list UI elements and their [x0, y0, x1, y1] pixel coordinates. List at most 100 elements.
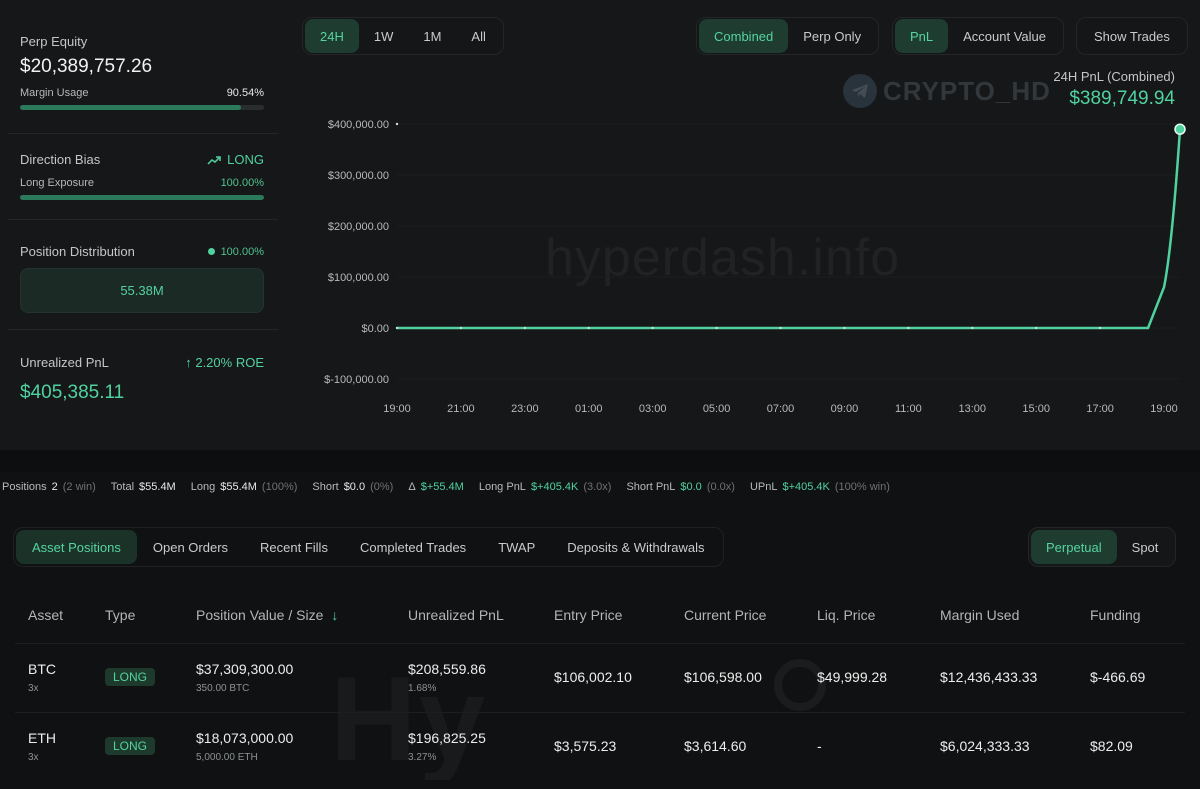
- summary-short-pnl-value: $0.0: [680, 481, 702, 493]
- unrealized-pnl-section: Unrealized PnL ↑ 2.20% ROE $405,385.11: [20, 355, 264, 404]
- metric-pnl[interactable]: PnL: [895, 19, 949, 53]
- mode-combined[interactable]: Combined: [699, 19, 789, 53]
- col-entry-price[interactable]: Entry Price: [554, 607, 622, 623]
- tab-deposits-withdrawals[interactable]: Deposits & Withdrawals: [551, 530, 720, 564]
- data-point: [587, 326, 590, 330]
- axis-dot: [395, 122, 399, 126]
- position-distribution-section: Position Distribution 100.00% 55.38M: [20, 244, 264, 313]
- col-margin-used[interactable]: Margin Used: [940, 607, 1019, 623]
- col-funding[interactable]: Funding: [1090, 607, 1141, 623]
- metric-account-value[interactable]: Account Value: [948, 19, 1061, 53]
- divider: [8, 133, 278, 134]
- timeframe-1m[interactable]: 1M: [408, 19, 456, 53]
- col-position-value-label: Position Value / Size: [196, 607, 324, 623]
- x-tick-label: 13:00: [958, 403, 986, 415]
- market-spot[interactable]: Spot: [1117, 530, 1174, 564]
- data-point: [523, 326, 527, 330]
- position-distribution-value: 55.38M: [120, 283, 164, 298]
- summary-long-pct: (100%): [261, 481, 298, 493]
- tab-twap[interactable]: TWAP: [482, 530, 551, 564]
- mode-perp-only[interactable]: Perp Only: [788, 19, 876, 53]
- separator-band: [0, 450, 1200, 472]
- position-distribution-pct: 100.00%: [220, 245, 264, 258]
- data-point: [779, 326, 782, 330]
- col-position-value[interactable]: Position Value / Size ↓: [196, 607, 338, 623]
- arrow-up-icon: ↑: [185, 355, 196, 370]
- data-point: [715, 326, 718, 330]
- current-price: $106,598.00: [684, 669, 762, 685]
- funding: $-466.69: [1090, 669, 1146, 685]
- pnl-chart[interactable]: $400,000.00 $300,000.00 $200,000.00 $100,00…: [300, 100, 1195, 430]
- col-unrealized-pnl[interactable]: Unrealized PnL: [408, 607, 504, 623]
- summary-delta-label: Δ: [408, 481, 416, 493]
- margin-usage-fill: [20, 105, 241, 110]
- long-exposure-label: Long Exposure: [20, 177, 94, 189]
- margin-usage-label: Margin Usage: [20, 87, 89, 99]
- long-exposure-value: 100.00%: [220, 177, 264, 189]
- liq-price: $49,999.28: [817, 669, 888, 685]
- unrealized-pnl: $208,559.86: [408, 661, 486, 677]
- tab-recent-fills[interactable]: Recent Fills: [244, 530, 344, 564]
- positions-summary: Positions 2 (2 win) Total $55.4M Long $55.4M…: [2, 481, 905, 493]
- summary-delta-value: $+55.4M: [420, 481, 464, 493]
- asset-name: BTC: [28, 661, 56, 677]
- unrealized-pnl-pct: 1.68%: [408, 683, 437, 694]
- position-size: 350.00 BTC: [196, 683, 250, 694]
- table-divider: [15, 643, 1185, 644]
- market-perpetual[interactable]: Perpetual: [1031, 530, 1117, 564]
- long-exposure-bar: [20, 195, 264, 200]
- summary-short-pnl-label: Short PnL: [626, 481, 676, 493]
- account-sidebar: Perp Equity $20,389,757.26 Margin Usage …: [0, 0, 285, 450]
- timeframe-24h[interactable]: 24H: [305, 19, 359, 53]
- timeframe-toggle: 24H 1W 1M All: [302, 17, 504, 55]
- margin-used: $6,024,333.33: [940, 738, 1030, 754]
- perp-equity-value: $20,389,757.26: [20, 56, 153, 77]
- tab-open-orders[interactable]: Open Orders: [137, 530, 244, 564]
- direction-bias-value: LONG: [227, 152, 264, 167]
- tab-asset-positions[interactable]: Asset Positions: [16, 530, 137, 564]
- position-distribution-bar[interactable]: 55.38M: [20, 268, 264, 313]
- position-type-badge: LONG: [105, 668, 156, 686]
- summary-long-pnl-label: Long PnL: [478, 481, 526, 493]
- entry-price: $106,002.10: [554, 669, 632, 685]
- direction-bias-section: Direction Bias LONG Long Exposure 100.00…: [20, 152, 264, 200]
- col-liq-price[interactable]: Liq. Price: [817, 607, 875, 623]
- summary-positions-win: (2 win): [62, 481, 96, 493]
- col-type[interactable]: Type: [105, 607, 135, 623]
- timeframe-all[interactable]: All: [456, 19, 500, 53]
- market-toggle: Perpetual Spot: [1028, 527, 1177, 567]
- long-dot-icon: [207, 248, 215, 256]
- y-tick-label: $200,000.00: [328, 221, 389, 233]
- summary-total-value: $55.4M: [139, 481, 176, 493]
- unrealized-pnl-label: Unrealized PnL: [20, 355, 109, 370]
- summary-short-label: Short: [312, 481, 339, 493]
- summary-short-value: $0.0: [343, 481, 366, 493]
- data-point: [907, 326, 910, 330]
- perp-equity-label: Perp Equity: [20, 34, 88, 49]
- pnl-series-line: [397, 129, 1182, 330]
- margin-usage-value: 90.54%: [226, 87, 264, 99]
- x-tick-label: 03:00: [639, 403, 667, 415]
- summary-long-pnl-x: (3.0x): [583, 481, 612, 493]
- show-trades-button[interactable]: Show Trades: [1079, 19, 1185, 53]
- y-tick-label: $300,000.00: [328, 170, 389, 182]
- tab-completed-trades[interactable]: Completed Trades: [344, 530, 482, 564]
- position-size: 5,000.00 ETH: [196, 752, 258, 763]
- x-tick-label: 05:00: [703, 403, 731, 415]
- x-tick-label: 09:00: [831, 403, 859, 415]
- timeframe-1w[interactable]: 1W: [359, 19, 409, 53]
- asset-name: ETH: [28, 730, 56, 746]
- position-distribution-label: Position Distribution: [20, 244, 135, 259]
- col-asset[interactable]: Asset: [28, 607, 63, 623]
- x-tick-label: 07:00: [767, 403, 795, 415]
- summary-long-pnl-value: $+405.4K: [530, 481, 579, 493]
- current-price: $3,614.60: [684, 738, 747, 754]
- summary-short-pnl-x: (0.0x): [706, 481, 735, 493]
- position-type-badge: LONG: [105, 737, 156, 755]
- col-current-price[interactable]: Current Price: [684, 607, 766, 623]
- x-tick-label: 23:00: [511, 403, 539, 415]
- y-tick-label: $400,000.00: [328, 119, 389, 131]
- y-tick-label: $0.00: [361, 323, 389, 335]
- y-tick-label: $-100,000.00: [324, 374, 389, 386]
- data-point: [459, 326, 463, 330]
